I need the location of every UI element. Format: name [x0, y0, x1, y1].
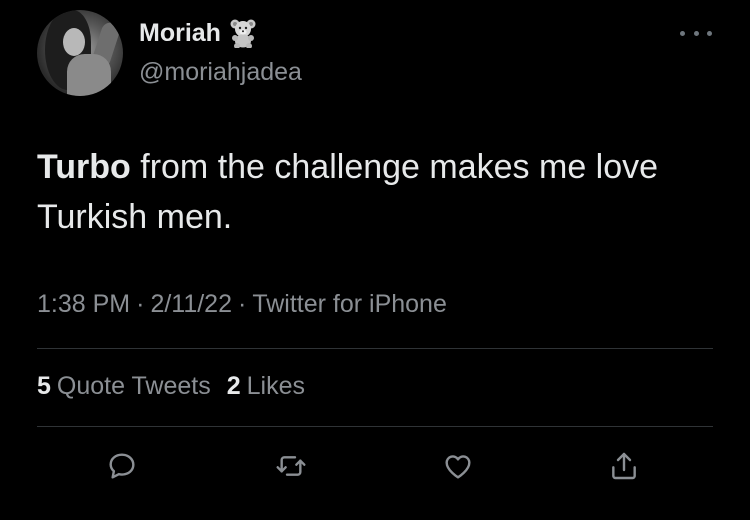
share-button[interactable] — [606, 448, 642, 484]
tweet-stats: 5 Quote Tweets 2 Likes — [37, 372, 305, 401]
meta-separator: · — [136, 290, 145, 318]
tweet-meta: 1:38 PM · 2/11/22 · Twitter for iPhone — [37, 290, 447, 319]
share-icon — [612, 452, 636, 480]
like-button[interactable] — [440, 448, 476, 484]
user-handle[interactable]: @moriahjadea — [139, 58, 302, 87]
retweet-icon — [276, 456, 306, 476]
like-label: Likes — [246, 372, 305, 400]
retweet-button[interactable] — [273, 448, 309, 484]
tweet-source[interactable]: Twitter for iPhone — [252, 290, 447, 318]
tweet: Moriah @moriahjadea Turbo from the chall… — [0, 0, 750, 520]
tweet-time[interactable]: 1:38 PM — [37, 290, 130, 318]
more-options-icon[interactable] — [680, 26, 712, 40]
reply-button[interactable] — [104, 448, 140, 484]
dot — [693, 30, 699, 36]
divider — [37, 426, 713, 427]
quote-tweets-stat[interactable]: 5 Quote Tweets — [37, 372, 211, 401]
divider — [37, 348, 713, 349]
avatar-face — [63, 28, 85, 56]
tweet-text-body: from the challenge makes me love Turkish… — [37, 148, 659, 236]
avatar[interactable] — [37, 10, 123, 96]
tweet-text-bold: Turbo — [37, 148, 131, 186]
avatar-body — [67, 54, 111, 96]
meta-separator: · — [238, 290, 247, 318]
reply-icon — [109, 453, 135, 479]
like-count: 2 — [226, 372, 241, 400]
likes-stat[interactable]: 2 Likes — [227, 372, 305, 401]
dot — [707, 30, 712, 36]
quote-count: 5 — [37, 372, 51, 400]
dot — [680, 30, 685, 36]
tweet-text: Turbo from the challenge makes me love T… — [37, 142, 727, 242]
teddy-bear-icon — [229, 18, 257, 49]
quote-label: Quote Tweets — [56, 372, 211, 400]
like-icon — [445, 455, 471, 479]
author-name-row: Moriah — [139, 18, 257, 49]
action-bar — [0, 448, 750, 488]
display-name[interactable]: Moriah — [139, 19, 221, 48]
tweet-date[interactable]: 2/11/22 — [150, 290, 232, 318]
